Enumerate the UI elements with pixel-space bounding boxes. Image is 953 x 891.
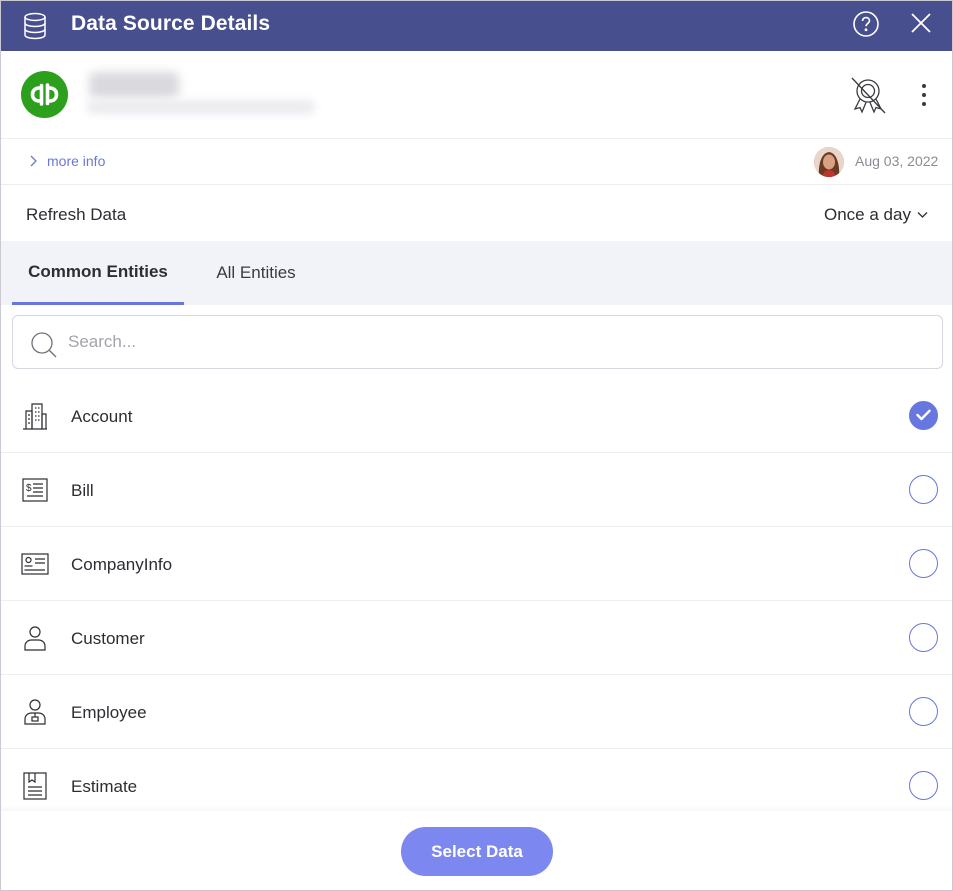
entity-label: CompanyInfo: [71, 555, 173, 574]
dialog-title: Data Source Details: [71, 12, 271, 35]
info-row: more info Aug 03, 2022: [1, 140, 952, 185]
entity-checkbox[interactable]: [909, 475, 938, 504]
bill-icon: $: [22, 478, 48, 502]
entity-label: Bill: [71, 481, 94, 500]
select-data-button[interactable]: Select Data: [401, 827, 553, 876]
entity-row-employee[interactable]: Employee: [1, 675, 952, 749]
entity-checkbox[interactable]: [909, 771, 938, 800]
more-info-label: more info: [47, 153, 106, 169]
entity-label: Account: [71, 407, 133, 426]
id-card-icon: [21, 553, 49, 575]
tab-common-entities[interactable]: Common Entities: [12, 241, 184, 305]
building-icon: [23, 403, 47, 430]
database-icon: [24, 12, 46, 40]
refresh-frequency-dropdown[interactable]: Once a day: [824, 205, 928, 225]
title-bar: Data Source Details: [1, 1, 952, 51]
source-email-redacted: redacted@example.com: [87, 100, 315, 114]
help-icon[interactable]: [852, 10, 880, 38]
tab-all-entities[interactable]: All Entities: [199, 241, 313, 305]
created-date: Aug 03, 2022: [855, 153, 939, 169]
no-certification-icon[interactable]: [847, 75, 889, 115]
search-icon: [31, 332, 57, 358]
entity-label: Employee: [71, 703, 147, 722]
entity-row-companyinfo[interactable]: CompanyInfo: [1, 527, 952, 601]
employee-icon: [24, 699, 46, 725]
source-name-redacted: Serach: [89, 72, 179, 98]
refresh-row: Refresh Data Once a day: [1, 186, 952, 241]
refresh-label: Refresh Data: [26, 205, 127, 224]
entity-row-bill[interactable]: $ Bill: [1, 453, 952, 527]
user-avatar: [814, 147, 844, 177]
person-icon: [24, 626, 46, 651]
checkmark-icon: [916, 409, 931, 421]
entity-checkbox[interactable]: [909, 623, 938, 652]
estimate-icon: [23, 772, 47, 800]
chevron-down-icon: [917, 212, 928, 218]
entity-row-estimate[interactable]: Estimate: [1, 749, 952, 811]
entity-checkbox-checked[interactable]: [909, 401, 938, 430]
dialog-footer: Select Data: [1, 805, 952, 890]
entity-label: Customer: [71, 629, 145, 648]
data-source-dialog: Data Source Details Serach redacted@exam…: [0, 0, 953, 891]
quickbooks-logo: [21, 71, 68, 118]
chevron-right-icon: [30, 155, 37, 167]
entity-checkbox[interactable]: [909, 549, 938, 578]
close-icon[interactable]: [910, 12, 932, 34]
entity-row-customer[interactable]: Customer: [1, 601, 952, 675]
refresh-frequency-value: Once a day: [824, 205, 911, 224]
entity-row-account[interactable]: Account: [1, 379, 952, 453]
more-info-link[interactable]: more info: [28, 153, 105, 169]
search-input[interactable]: [68, 326, 918, 358]
more-options-icon[interactable]: [916, 84, 932, 106]
entity-tabs: Common Entities All Entities: [1, 241, 952, 305]
svg-text:$: $: [26, 483, 32, 494]
entity-label: Estimate: [71, 777, 138, 796]
source-header: Serach redacted@example.com: [1, 51, 952, 139]
entity-list: Account $ Bill CompanyInfo Customer Empl…: [1, 379, 952, 811]
search-box: [12, 315, 943, 369]
entity-checkbox[interactable]: [909, 697, 938, 726]
